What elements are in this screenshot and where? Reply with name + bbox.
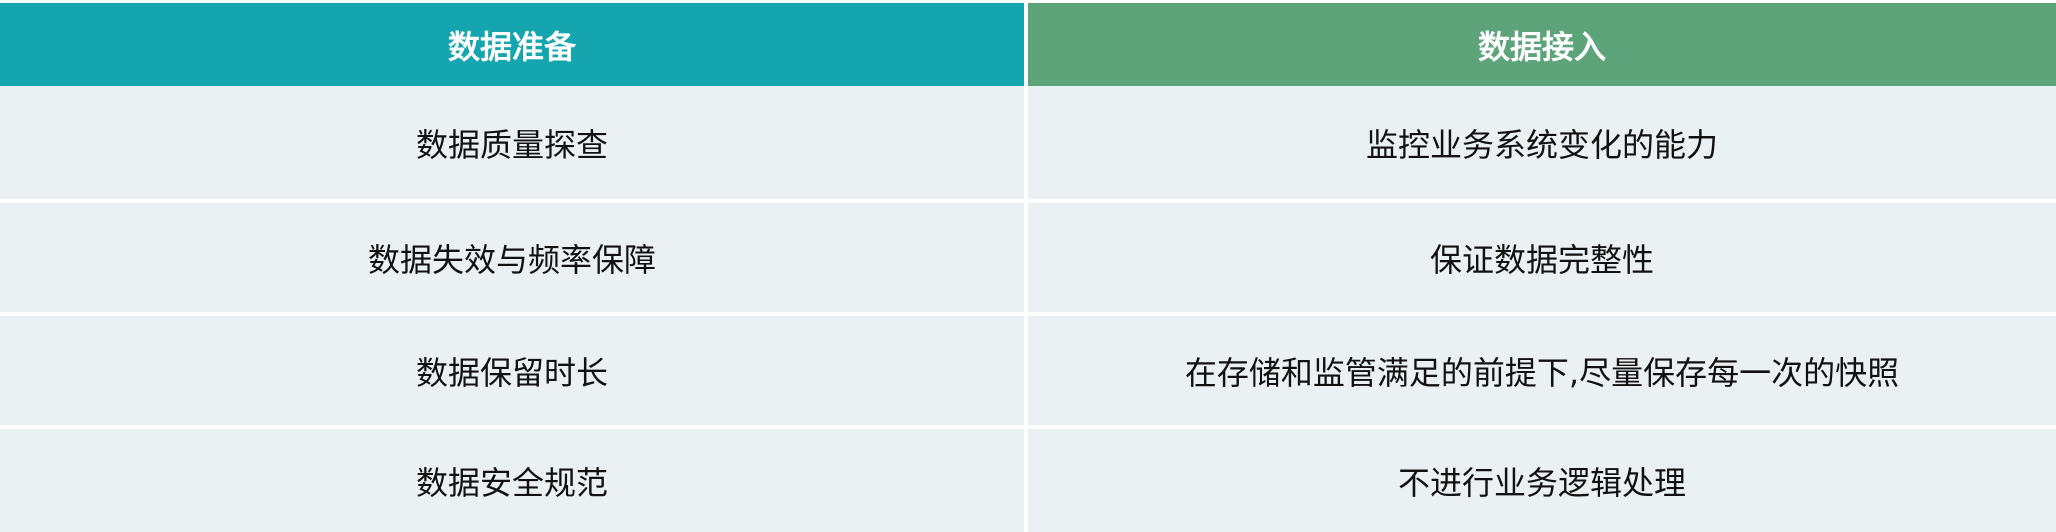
- row-3-right-cell: 在存储和监管满足的前提下,尽量保存每一次的快照: [1028, 312, 2056, 425]
- row-1-right-cell: 监控业务系统变化的能力: [1028, 86, 2056, 199]
- row-3-left-cell: 数据保留时长: [0, 312, 1024, 425]
- row-4-left-cell: 数据安全规范: [0, 425, 1024, 532]
- row-1-left-cell: 数据质量探查: [0, 86, 1024, 199]
- row-2-right-cell: 保证数据完整性: [1028, 199, 2056, 312]
- row-2-left-cell: 数据失效与频率保障: [0, 199, 1024, 312]
- comparison-table: 数据准备 数据接入 数据质量探查 监控业务系统变化的能力 数据失效与频率保障 保…: [0, 0, 2056, 532]
- row-4-right-cell: 不进行业务逻辑处理: [1028, 425, 2056, 532]
- header-data-ingestion: 数据接入: [1028, 3, 2056, 86]
- header-data-preparation: 数据准备: [0, 3, 1024, 86]
